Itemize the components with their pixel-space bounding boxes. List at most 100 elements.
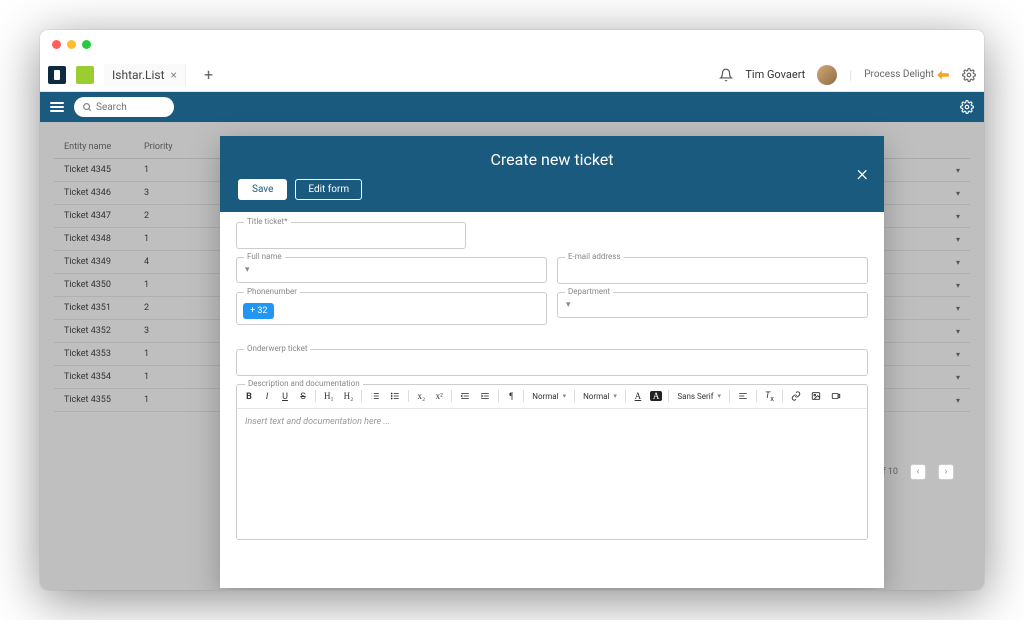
chevron-down-icon[interactable]: ▾ xyxy=(956,235,960,244)
cell-priority: 2 xyxy=(144,303,184,313)
bold-icon[interactable]: B xyxy=(243,390,255,403)
editor-toolbar: B I U S H₁ H₂ x₂ x² xyxy=(237,385,867,409)
ordered-list-icon[interactable] xyxy=(368,390,382,402)
col-header-priority[interactable]: Priority xyxy=(144,142,184,152)
modal-title: Create new ticket xyxy=(238,150,866,169)
heading-select[interactable]: Normal xyxy=(530,391,568,402)
cell-priority: 1 xyxy=(144,395,184,405)
cell-entity: Ticket 4351 xyxy=(64,303,144,313)
link-icon[interactable] xyxy=(789,390,803,402)
window-minimize-dot[interactable] xyxy=(67,40,76,49)
cell-entity: Ticket 4345 xyxy=(64,165,144,175)
editor-textarea[interactable]: Insert text and documentation here ... xyxy=(237,409,867,539)
subject-input[interactable] xyxy=(236,349,868,376)
chevron-down-icon[interactable]: ▾ xyxy=(956,212,960,221)
create-ticket-modal: Create new ticket Save Edit form × Title… xyxy=(220,136,884,588)
full-name-label: Full name xyxy=(244,252,285,261)
window-close-dot[interactable] xyxy=(52,40,61,49)
cell-entity: Ticket 4355 xyxy=(64,395,144,405)
description-editor: Description and documentation B I U S H₁… xyxy=(236,384,868,540)
cell-entity: Ticket 4349 xyxy=(64,257,144,267)
search-input[interactable] xyxy=(96,102,166,113)
next-page-button[interactable]: › xyxy=(938,464,954,480)
window-titlebar xyxy=(40,30,984,58)
superscript-icon[interactable]: x² xyxy=(433,390,445,402)
save-button[interactable]: Save xyxy=(238,179,287,200)
cell-priority: 1 xyxy=(144,372,184,382)
chevron-down-icon[interactable]: ▾ xyxy=(956,373,960,382)
h1-icon[interactable]: H₁ xyxy=(322,390,336,402)
video-icon[interactable] xyxy=(829,390,843,402)
cell-priority: 1 xyxy=(144,234,184,244)
cell-priority: 1 xyxy=(144,349,184,359)
bell-icon[interactable] xyxy=(719,68,733,82)
chevron-down-icon[interactable]: ▾ xyxy=(956,166,960,175)
subject-label: Onderwerp ticket xyxy=(244,344,310,353)
search-icon xyxy=(82,102,92,112)
gear-icon[interactable] xyxy=(960,100,974,114)
description-label: Description and documentation xyxy=(245,379,363,388)
unordered-list-icon[interactable] xyxy=(388,390,402,402)
tab-label: Ishtar.List xyxy=(112,68,165,82)
cell-entity: Ticket 4350 xyxy=(64,280,144,290)
cell-entity: Ticket 4353 xyxy=(64,349,144,359)
window-maximize-dot[interactable] xyxy=(82,40,91,49)
font-select[interactable]: Sans Serif xyxy=(675,391,723,402)
align-icon[interactable] xyxy=(736,390,750,402)
underline-icon[interactable]: U xyxy=(279,390,291,403)
indent-icon[interactable] xyxy=(478,390,492,402)
pagination: of 10 ‹ › xyxy=(877,464,954,480)
gear-icon[interactable] xyxy=(962,68,976,82)
tab-ishtar-list[interactable]: Ishtar.List × xyxy=(104,64,186,86)
email-input[interactable] xyxy=(557,257,868,284)
subscript-icon[interactable]: x₂ xyxy=(415,390,427,402)
size-select[interactable]: Normal xyxy=(581,391,619,402)
phone-label: Phonenumber xyxy=(244,287,300,296)
phone-prefix-chip[interactable]: + 32 xyxy=(243,303,274,319)
avatar[interactable] xyxy=(817,65,837,85)
chevron-down-icon[interactable]: ▾ xyxy=(956,304,960,313)
italic-icon[interactable]: I xyxy=(261,390,273,403)
cell-priority: 3 xyxy=(144,326,184,336)
email-label: E-mail address xyxy=(565,252,624,261)
image-icon[interactable] xyxy=(809,390,823,402)
department-label: Department xyxy=(565,287,613,296)
chevron-down-icon[interactable]: ▾ xyxy=(956,281,960,290)
clear-format-icon[interactable]: Tx xyxy=(763,389,776,404)
close-tab-icon[interactable]: × xyxy=(171,68,177,82)
new-tab-button[interactable]: + xyxy=(196,65,221,84)
title-ticket-input[interactable] xyxy=(236,222,466,249)
h2-icon[interactable]: H₂ xyxy=(342,390,356,402)
text-direction-icon[interactable]: ¶ xyxy=(505,390,517,402)
chevron-down-icon[interactable]: ▾ xyxy=(956,258,960,267)
cell-entity: Ticket 4354 xyxy=(64,372,144,382)
menu-icon[interactable] xyxy=(50,102,64,112)
cell-priority: 4 xyxy=(144,257,184,267)
text-color-icon[interactable]: A xyxy=(632,390,644,402)
blue-nav-bar xyxy=(40,92,984,122)
chevron-down-icon[interactable]: ▾ xyxy=(956,189,960,198)
edit-form-button[interactable]: Edit form xyxy=(295,179,362,200)
chevron-down-icon[interactable]: ▾ xyxy=(956,327,960,336)
bg-color-icon[interactable]: A xyxy=(650,391,663,401)
cell-entity: Ticket 4352 xyxy=(64,326,144,336)
col-header-entity[interactable]: Entity name xyxy=(64,142,144,152)
cell-entity: Ticket 4347 xyxy=(64,211,144,221)
user-name[interactable]: Tim Govaert xyxy=(745,68,805,81)
modal-header: Create new ticket Save Edit form × xyxy=(220,136,884,212)
app-logo-icon xyxy=(48,66,66,84)
app-topbar: Ishtar.List × + Tim Govaert | Process De… xyxy=(40,58,984,92)
prev-page-button[interactable]: ‹ xyxy=(910,464,926,480)
cell-entity: Ticket 4348 xyxy=(64,234,144,244)
title-ticket-label: Title ticket* xyxy=(244,217,291,226)
cell-priority: 1 xyxy=(144,280,184,290)
cell-entity: Ticket 4346 xyxy=(64,188,144,198)
cell-priority: 3 xyxy=(144,188,184,198)
chevron-down-icon[interactable]: ▾ xyxy=(956,350,960,359)
close-icon[interactable]: × xyxy=(856,162,868,187)
strike-icon[interactable]: S xyxy=(297,390,309,403)
chevron-down-icon[interactable]: ▾ xyxy=(956,396,960,405)
search-field[interactable] xyxy=(74,97,174,117)
outdent-icon[interactable] xyxy=(458,390,472,402)
app-module-icon xyxy=(76,66,94,84)
